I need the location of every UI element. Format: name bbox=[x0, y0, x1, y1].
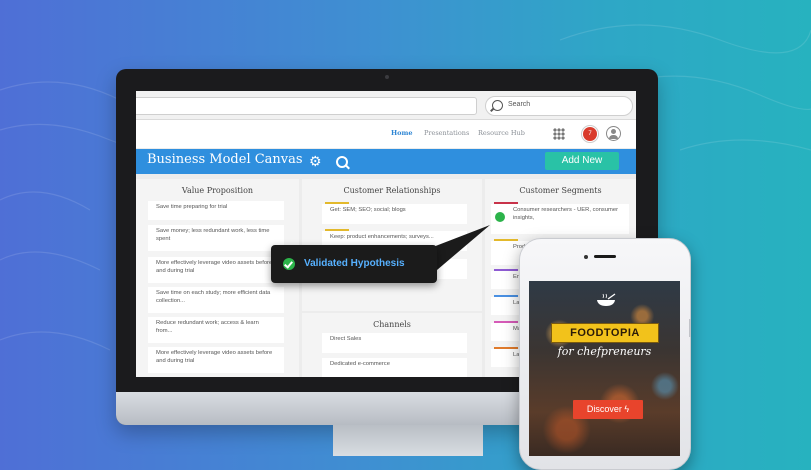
search-icon bbox=[492, 100, 503, 111]
browser-bar: Search bbox=[136, 91, 636, 120]
canvas-card[interactable]: More effectively leverage video assets b… bbox=[148, 347, 284, 373]
camera bbox=[385, 75, 389, 79]
validated-hypothesis-tooltip: Validated Hypothesis bbox=[271, 245, 437, 283]
card-color-bar bbox=[494, 202, 518, 204]
gear-icon[interactable]: ⚙ bbox=[309, 154, 323, 168]
card-color-bar bbox=[494, 321, 518, 323]
page-title: Business Model Canvas bbox=[147, 152, 303, 167]
column-title: Customer Segments bbox=[519, 186, 602, 195]
canvas-card[interactable]: More effectively leverage video assets b… bbox=[148, 257, 284, 283]
canvas-card[interactable]: Dedicated e-commerce bbox=[322, 358, 467, 377]
card-color-bar bbox=[494, 295, 518, 297]
user-avatar-icon[interactable] bbox=[606, 126, 621, 141]
canvas-card[interactable]: Direct Sales bbox=[322, 333, 467, 353]
canvas-header: Business Model Canvas ⚙ Add New bbox=[136, 149, 636, 174]
nav-resource-hub[interactable]: Resource Hub bbox=[478, 129, 525, 137]
card-text: Get: SEM; SEO; social; blogs bbox=[330, 207, 406, 213]
search-placeholder: Search bbox=[508, 101, 531, 108]
side-button bbox=[689, 319, 691, 337]
column-title: Value Proposition bbox=[181, 186, 254, 195]
fire-icon: ϟ bbox=[624, 404, 630, 414]
canvas-card[interactable]: Save money; less redundant work, less ti… bbox=[148, 225, 284, 251]
card-color-bar bbox=[494, 347, 518, 349]
bowl-icon bbox=[597, 293, 616, 306]
monitor-stand bbox=[333, 425, 483, 456]
nav-home[interactable]: Home bbox=[391, 129, 413, 137]
canvas-card[interactable]: Save time on each study; more efficient … bbox=[148, 287, 284, 313]
check-icon bbox=[495, 212, 505, 222]
canvas-card[interactable]: Save time preparing for trial bbox=[148, 201, 284, 220]
canvas-card[interactable]: Consumer researchers - UER, consumer ins… bbox=[491, 202, 629, 234]
notification-badge[interactable]: 7 bbox=[582, 126, 598, 142]
phone-screen: FOODTOPIA for chefpreneurs Discover ϟ bbox=[529, 281, 680, 456]
search-icon[interactable] bbox=[336, 156, 348, 168]
card-text: Consumer researchers - UER, consumer ins… bbox=[513, 207, 619, 221]
card-color-bar bbox=[494, 269, 518, 271]
canvas-card[interactable]: Reduce redundant work; access & learn fr… bbox=[148, 317, 284, 343]
check-icon bbox=[283, 258, 295, 270]
tooltip-text: Validated Hypothesis bbox=[304, 258, 405, 269]
front-camera bbox=[584, 255, 588, 259]
card-color-bar bbox=[325, 202, 349, 204]
nav-presentations[interactable]: Presentations bbox=[424, 129, 469, 137]
add-new-button[interactable]: Add New bbox=[545, 152, 619, 170]
card-color-bar bbox=[325, 229, 349, 231]
column-channels: Channels Direct Sales Dedicated e-commer… bbox=[302, 313, 482, 377]
column-title: Channels bbox=[373, 320, 411, 329]
address-bar[interactable] bbox=[136, 97, 477, 115]
brand-logo: FOODTOPIA bbox=[551, 323, 659, 343]
brand-tagline: for chefpreneurs bbox=[557, 345, 652, 358]
apps-grid-icon[interactable] bbox=[553, 128, 565, 140]
top-nav: Home Presentations Resource Hub 7 bbox=[136, 120, 636, 148]
card-color-bar bbox=[494, 239, 518, 241]
canvas-card[interactable]: Get: SEM; SEO; social; blogs bbox=[322, 202, 467, 224]
search-input[interactable]: Search bbox=[485, 96, 633, 116]
discover-button[interactable]: Discover ϟ bbox=[573, 400, 643, 419]
card-text: Keep: product enhancements; surveys... bbox=[330, 234, 434, 240]
earpiece bbox=[594, 255, 616, 258]
column-title: Customer Relationships bbox=[343, 186, 441, 195]
discover-label: Discover bbox=[586, 404, 622, 414]
